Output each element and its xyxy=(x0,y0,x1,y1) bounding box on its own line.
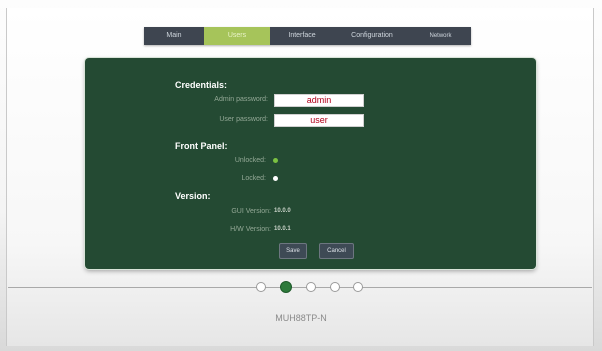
step-indicator-2[interactable] xyxy=(280,281,292,293)
credentials-heading: Credentials: xyxy=(175,80,228,90)
user-password-input[interactable]: user xyxy=(274,114,364,127)
admin-password-input[interactable]: admin xyxy=(274,94,364,107)
nav-tab-interface[interactable]: Interface xyxy=(270,27,334,45)
cancel-button[interactable]: Cancel xyxy=(319,243,354,259)
admin-password-label: Admin password: xyxy=(214,96,268,103)
locked-radio[interactable] xyxy=(273,176,278,181)
unlocked-label: Unlocked: xyxy=(234,157,266,164)
locked-label: Locked: xyxy=(241,175,266,182)
gui-version-label: GUI Version: xyxy=(231,208,271,215)
top-nav: Main Users Interface Configuration Netwo… xyxy=(144,27,471,45)
unlocked-radio[interactable] xyxy=(273,158,278,163)
version-heading: Version: xyxy=(175,191,211,201)
hw-version-value: 10.0.1 xyxy=(274,226,291,232)
nav-tab-configuration[interactable]: Configuration xyxy=(334,27,410,45)
step-indicator-4[interactable] xyxy=(330,282,340,292)
device-model-label: MUH88TP-N xyxy=(275,313,327,323)
step-indicator-3[interactable] xyxy=(306,282,316,292)
user-password-label: User password: xyxy=(219,116,268,123)
step-indicator-1[interactable] xyxy=(256,282,266,292)
front-panel-heading: Front Panel: xyxy=(175,141,228,151)
hw-version-label: H/W Version: xyxy=(230,226,271,233)
nav-tab-main[interactable]: Main xyxy=(144,27,204,45)
step-indicator-5[interactable] xyxy=(353,282,363,292)
nav-tab-network[interactable]: Network xyxy=(410,27,471,45)
nav-tab-users[interactable]: Users xyxy=(204,27,270,45)
gui-version-value: 10.0.0 xyxy=(274,208,291,214)
save-button[interactable]: Save xyxy=(279,243,307,259)
divider-line xyxy=(8,287,592,288)
